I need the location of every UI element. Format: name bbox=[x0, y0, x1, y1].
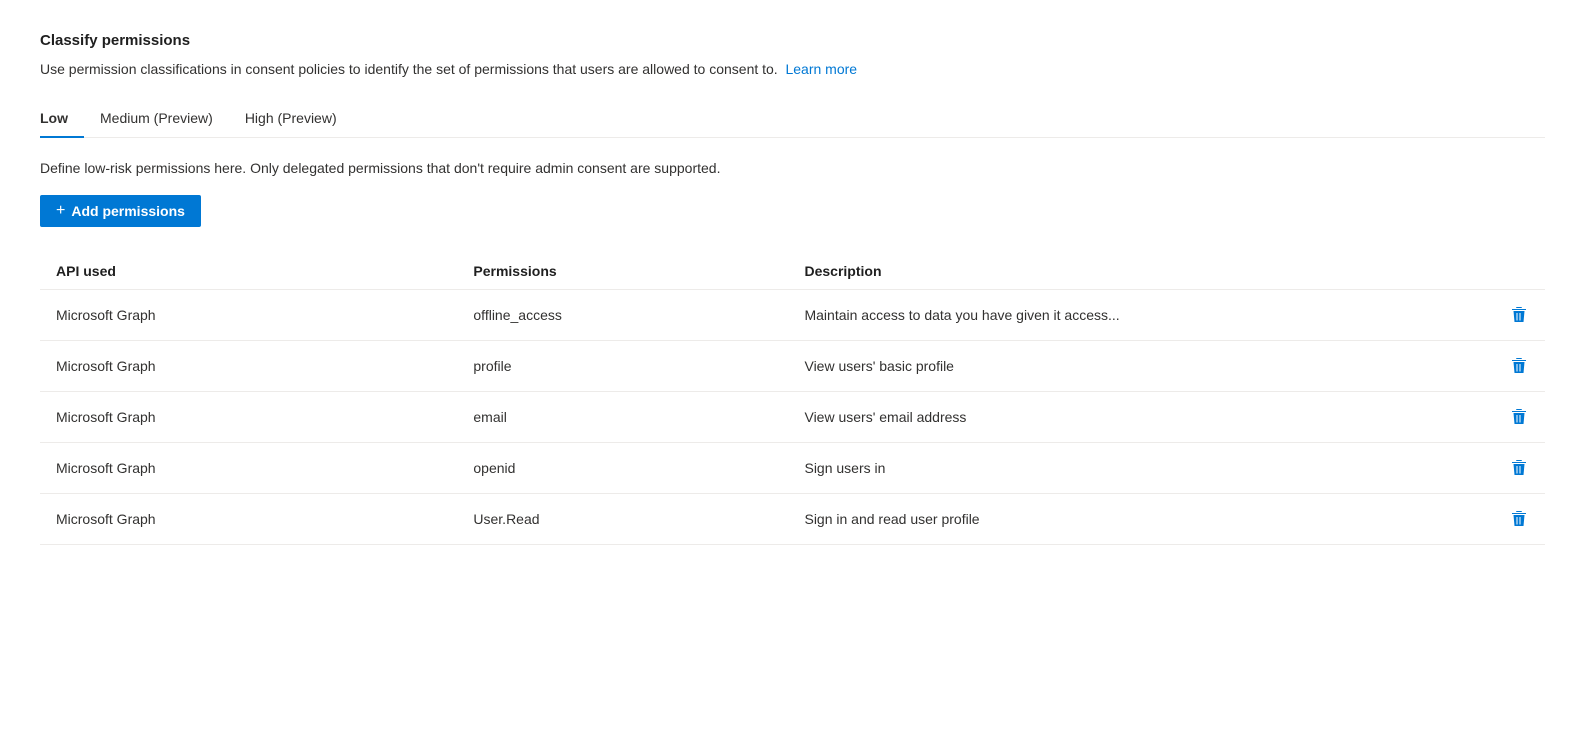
cell-action bbox=[1470, 392, 1545, 443]
table-row: Microsoft GraphprofileView users' basic … bbox=[40, 341, 1545, 392]
delete-button[interactable] bbox=[1505, 353, 1533, 379]
column-header-api: API used bbox=[40, 255, 461, 290]
cell-permissions: openid bbox=[461, 443, 792, 494]
learn-more-link[interactable]: Learn more bbox=[785, 61, 857, 77]
delete-button[interactable] bbox=[1505, 455, 1533, 481]
description-text: Use permission classifications in consen… bbox=[40, 61, 778, 77]
cell-action bbox=[1470, 494, 1545, 545]
cell-api: Microsoft Graph bbox=[40, 392, 461, 443]
tab-high[interactable]: High (Preview) bbox=[245, 100, 353, 138]
cell-permissions: profile bbox=[461, 341, 792, 392]
table-row: Microsoft GraphopenidSign users in bbox=[40, 443, 1545, 494]
cell-api: Microsoft Graph bbox=[40, 494, 461, 545]
delete-button[interactable] bbox=[1505, 404, 1533, 430]
cell-permissions: email bbox=[461, 392, 792, 443]
table-row: Microsoft Graphoffline_accessMaintain ac… bbox=[40, 290, 1545, 341]
cell-description: Maintain access to data you have given i… bbox=[792, 290, 1469, 341]
cell-action bbox=[1470, 443, 1545, 494]
section-description: Define low-risk permissions here. Only d… bbox=[40, 158, 1545, 179]
delete-button[interactable] bbox=[1505, 302, 1533, 328]
cell-api: Microsoft Graph bbox=[40, 443, 461, 494]
column-header-description: Description bbox=[792, 255, 1469, 290]
cell-permissions: User.Read bbox=[461, 494, 792, 545]
cell-description: Sign users in bbox=[792, 443, 1469, 494]
cell-action bbox=[1470, 341, 1545, 392]
delete-button[interactable] bbox=[1505, 506, 1533, 532]
cell-action bbox=[1470, 290, 1545, 341]
table-row: Microsoft GraphUser.ReadSign in and read… bbox=[40, 494, 1545, 545]
page-title: Classify permissions bbox=[40, 32, 1545, 49]
trash-icon bbox=[1511, 357, 1527, 375]
add-permissions-button[interactable]: + Add permissions bbox=[40, 195, 201, 227]
cell-api: Microsoft Graph bbox=[40, 290, 461, 341]
trash-icon bbox=[1511, 306, 1527, 324]
cell-description: View users' email address bbox=[792, 392, 1469, 443]
permissions-table: API used Permissions Description Microso… bbox=[40, 255, 1545, 545]
table-row: Microsoft GraphemailView users' email ad… bbox=[40, 392, 1545, 443]
trash-icon bbox=[1511, 459, 1527, 477]
tab-low[interactable]: Low bbox=[40, 100, 84, 138]
cell-description: Sign in and read user profile bbox=[792, 494, 1469, 545]
cell-api: Microsoft Graph bbox=[40, 341, 461, 392]
column-header-permissions: Permissions bbox=[461, 255, 792, 290]
trash-icon bbox=[1511, 408, 1527, 426]
trash-icon bbox=[1511, 510, 1527, 528]
tabs-container: Low Medium (Preview) High (Preview) bbox=[40, 100, 1545, 138]
plus-icon: + bbox=[56, 203, 65, 219]
page-description: Use permission classifications in consen… bbox=[40, 59, 1545, 80]
table-header-row: API used Permissions Description bbox=[40, 255, 1545, 290]
tab-medium[interactable]: Medium (Preview) bbox=[100, 100, 229, 138]
column-header-action bbox=[1470, 255, 1545, 290]
cell-permissions: offline_access bbox=[461, 290, 792, 341]
add-permissions-label: Add permissions bbox=[71, 203, 185, 219]
cell-description: View users' basic profile bbox=[792, 341, 1469, 392]
